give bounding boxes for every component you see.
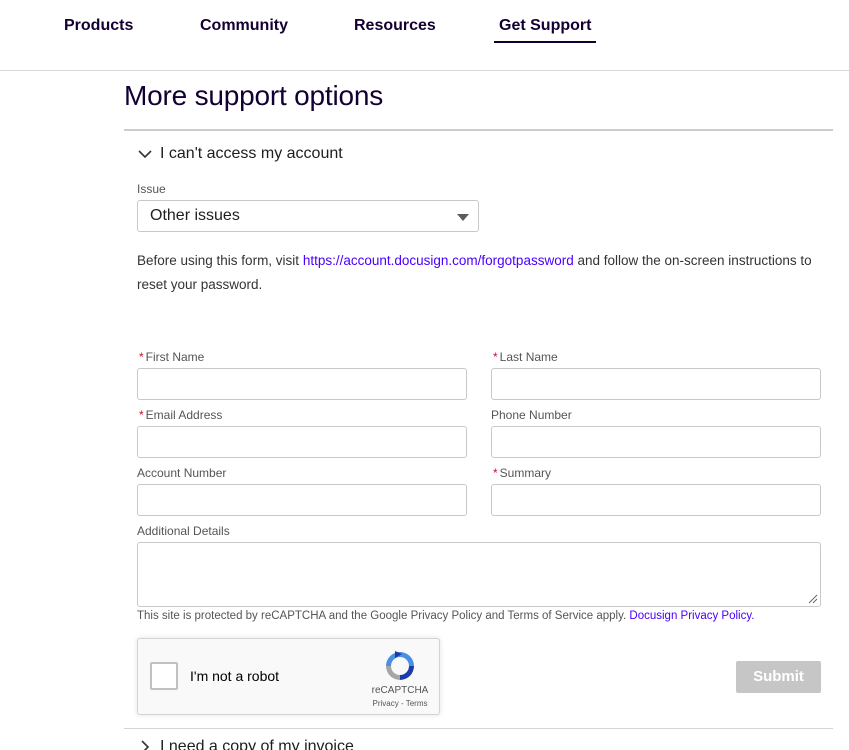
forgot-password-link[interactable]: https://account.docusign.com/forgotpassw…	[303, 253, 574, 268]
nav-products[interactable]: Products	[64, 17, 133, 35]
page-title: More support options	[124, 80, 384, 111]
chevron-right-icon	[141, 740, 150, 750]
account-number-label: Account Number	[137, 466, 227, 480]
summary-input[interactable]	[491, 484, 821, 516]
required-marker: *	[493, 350, 498, 364]
recaptcha-links[interactable]: Privacy - Terms	[362, 699, 438, 708]
divider	[124, 129, 833, 131]
recaptcha-widget: I'm not a robot reCAPTCHA Privacy - Term…	[137, 638, 440, 715]
recaptcha-brand: reCAPTCHA	[371, 685, 429, 696]
submit-button[interactable]: Submit	[736, 661, 821, 693]
recaptcha-label: I'm not a robot	[190, 668, 280, 684]
required-marker: *	[139, 350, 144, 364]
recaptcha-logo-icon	[386, 651, 414, 680]
email-input[interactable]	[137, 426, 467, 458]
legal-text: This site is protected by reCAPTCHA and …	[137, 610, 627, 622]
last-name-input[interactable]	[491, 368, 821, 400]
accordion-cant-access-account[interactable]: I can't access my account	[137, 144, 343, 164]
accordion-title: I can't access my account	[160, 145, 343, 162]
account-number-input[interactable]	[137, 484, 467, 516]
info-text: Before using this form, visit https://ac…	[137, 249, 827, 297]
phone-label: Phone Number	[491, 408, 572, 422]
caret-down-icon	[457, 214, 469, 221]
nav-resources[interactable]: Resources	[354, 17, 436, 35]
email-label-text: Email Address	[145, 408, 223, 422]
recaptcha-legal-text: This site is protected by reCAPTCHA and …	[137, 610, 754, 622]
top-navigation: Products Community Resources Get Support	[0, 0, 849, 71]
email-label: * Email Address	[139, 408, 222, 422]
additional-details-textarea[interactable]	[137, 542, 821, 607]
required-marker: *	[493, 466, 498, 480]
privacy-policy-link[interactable]: Docusign Privacy Policy.	[629, 610, 754, 622]
nav-get-support[interactable]: Get Support	[493, 17, 597, 43]
divider	[124, 728, 833, 729]
first-name-input[interactable]	[137, 368, 467, 400]
accordion-invoice-copy[interactable]: I need a copy of my invoice	[137, 738, 354, 750]
issue-label: Issue	[137, 182, 166, 196]
summary-label: * Summary	[493, 466, 551, 480]
chevron-down-icon	[138, 150, 152, 159]
first-name-label-text: First Name	[145, 350, 205, 364]
recaptcha-checkbox[interactable]	[150, 662, 178, 690]
resize-handle-icon[interactable]	[808, 594, 818, 604]
info-before: Before using this form, visit	[137, 253, 303, 268]
last-name-label: * Last Name	[493, 350, 558, 364]
accordion-title: I need a copy of my invoice	[160, 738, 354, 750]
phone-input[interactable]	[491, 426, 821, 458]
last-name-label-text: Last Name	[499, 350, 558, 364]
issue-selected-value: Other issues	[150, 207, 240, 224]
additional-details-label: Additional Details	[137, 524, 230, 538]
summary-label-text: Summary	[499, 466, 552, 480]
required-marker: *	[139, 408, 144, 422]
nav-community[interactable]: Community	[200, 17, 288, 35]
first-name-label: * First Name	[139, 350, 204, 364]
issue-select[interactable]: Other issues	[137, 200, 479, 232]
